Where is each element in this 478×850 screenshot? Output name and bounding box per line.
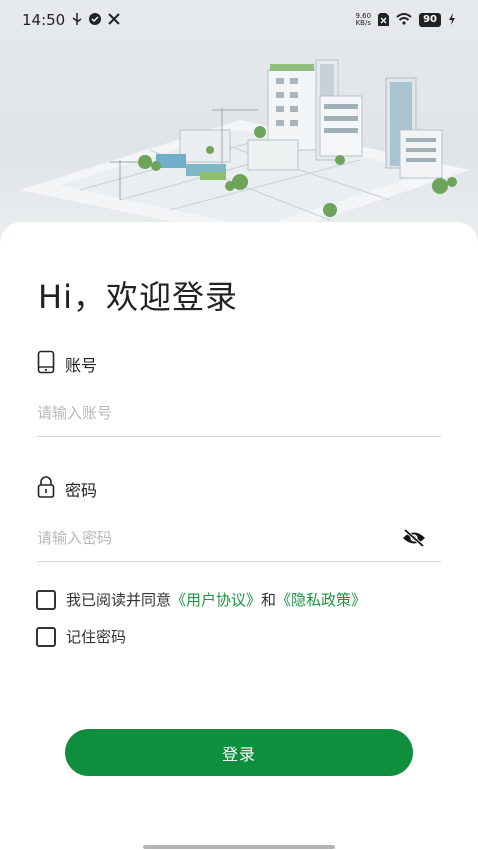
usb-icon: [72, 13, 82, 27]
account-label-row: 账号: [37, 350, 97, 378]
lock-icon: [37, 475, 55, 503]
status-right: 9.60 KB/s 90: [355, 12, 456, 28]
page-title: Hi，欢迎登录: [38, 278, 238, 316]
account-input-row: [37, 391, 441, 437]
remember-checkbox[interactable]: [36, 626, 56, 647]
password-input-row: [37, 516, 441, 562]
password-label: 密码: [65, 481, 98, 500]
status-bar: 14:50 9.60 KB/s 90: [0, 0, 478, 40]
password-input[interactable]: [37, 516, 397, 560]
net-speed: 9.60 KB/s: [355, 13, 371, 27]
agreement-text: 我已阅读并同意《用户协议》和《隐私政策》: [66, 589, 366, 610]
privacy-policy-link[interactable]: 《隐私政策》: [276, 591, 366, 609]
eye-off-icon[interactable]: [401, 526, 427, 550]
account-label: 账号: [65, 356, 98, 375]
tools-icon: [108, 13, 120, 27]
status-time: 14:50: [22, 11, 66, 29]
login-button[interactable]: 登录: [65, 729, 413, 776]
account-input[interactable]: [37, 391, 397, 435]
wifi-icon: [396, 13, 412, 27]
user-agreement-link[interactable]: 《用户协议》: [171, 591, 261, 609]
check-circle-icon: [89, 13, 102, 27]
agreement-and: 和: [261, 591, 277, 609]
remember-row: 记住密码: [36, 626, 126, 647]
battery-indicator: 90: [419, 13, 441, 27]
remember-label: 记住密码: [66, 628, 127, 646]
agreement-checkbox[interactable]: [36, 589, 56, 610]
agreement-row: 我已阅读并同意《用户协议》和《隐私政策》: [36, 589, 366, 610]
status-left: 14:50: [22, 11, 120, 29]
home-indicator[interactable]: [143, 845, 335, 849]
net-speed-unit: KB/s: [355, 19, 371, 27]
sim-off-icon: [378, 12, 390, 28]
password-label-row: 密码: [37, 475, 97, 503]
phone-icon: [37, 350, 55, 378]
charging-icon: [448, 13, 456, 27]
agreement-prefix: 我已阅读并同意: [66, 591, 172, 609]
